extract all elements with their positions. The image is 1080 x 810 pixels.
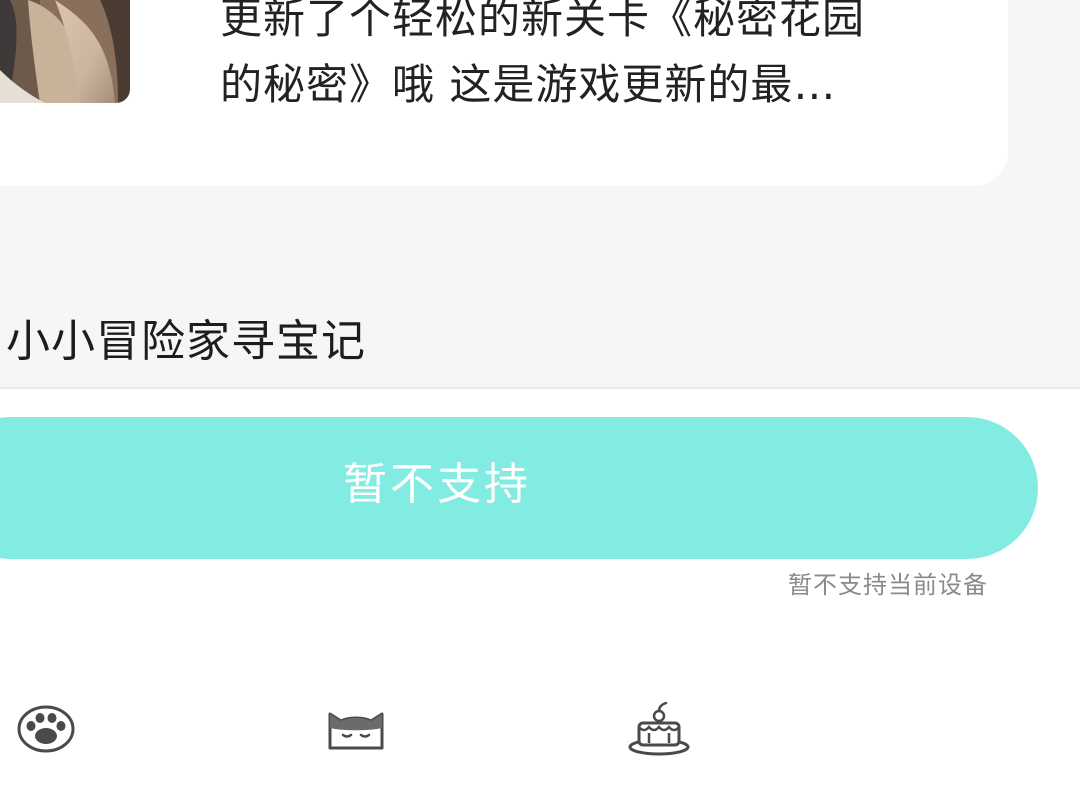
tab-paw[interactable] [6, 689, 86, 769]
news-summary: 更新了个轻松的新关卡《秘密花园 的秘密》哦 这是游戏更新的最… [220, 0, 980, 118]
page: 更新了个轻松的新关卡《秘密花园 的秘密》哦 这是游戏更新的最… 小小冒险家寻宝记… [0, 0, 1080, 810]
tab-cat[interactable] [316, 689, 396, 769]
unsupported-button-label: 暂不支持 [343, 460, 531, 509]
bottom-action-panel: 暂不支持 暂不支持当前设备 [0, 387, 1080, 810]
game-title: 小小冒险家寻宝记 [6, 316, 366, 367]
cake-icon [628, 701, 690, 756]
bottom-tab-bar [0, 689, 1080, 769]
unsupported-button[interactable]: 暂不支持 [0, 417, 1038, 559]
cat-photo-image [0, 0, 130, 103]
tab-cake[interactable] [619, 689, 699, 769]
news-card[interactable]: 更新了个轻松的新关卡《秘密花园 的秘密》哦 这是游戏更新的最… [0, 0, 1008, 186]
device-support-note: 暂不支持当前设备 [788, 571, 988, 599]
cat-face-icon [328, 712, 384, 750]
news-summary-line: 更新了个轻松的新关卡《秘密花园 [220, 0, 866, 43]
news-summary-line: 的秘密》哦 这是游戏更新的最… [220, 60, 837, 109]
news-thumbnail [0, 0, 130, 103]
paw-icon [17, 705, 75, 753]
